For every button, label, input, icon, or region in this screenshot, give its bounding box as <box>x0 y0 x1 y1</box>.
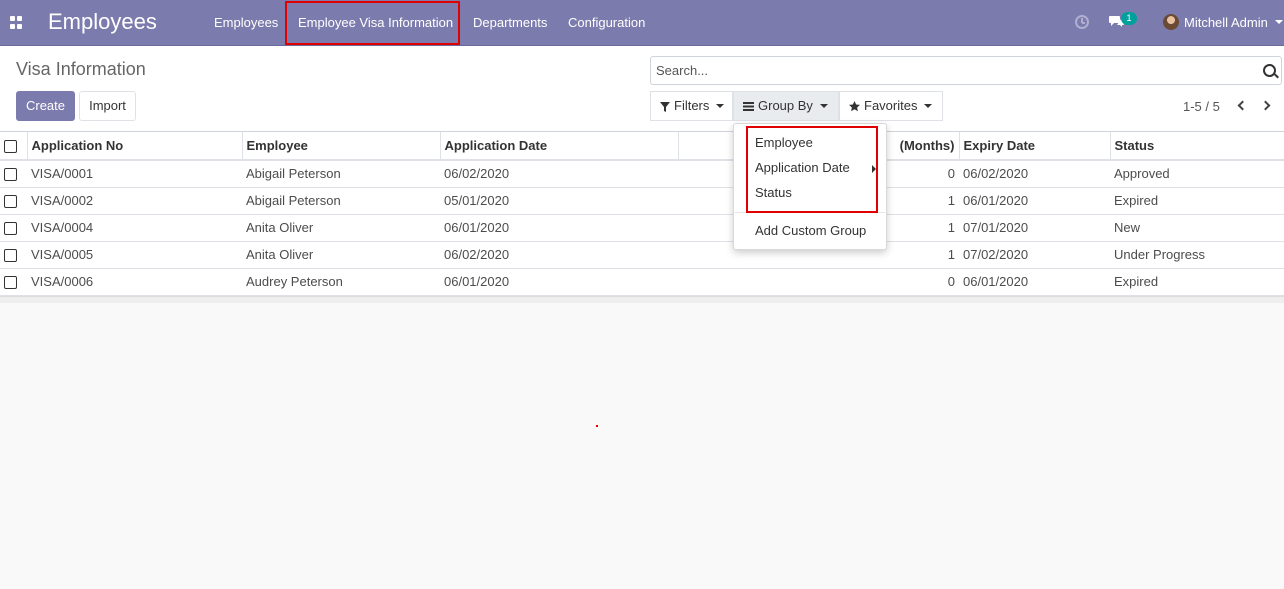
chevron-right-icon <box>1260 100 1271 111</box>
filters-caret-icon <box>716 104 725 108</box>
cell-application-date[interactable]: 05/01/2020 <box>440 187 678 215</box>
menu-departments[interactable]: Departments <box>473 15 547 30</box>
top-navbar: Employees Employees Employee Visa Inform… <box>0 0 1284 46</box>
table-header-row: Application No Employee Application Date… <box>0 132 1284 161</box>
table-row[interactable]: VISA/0006 Audrey Peterson 06/01/2020 0 0… <box>0 268 1284 296</box>
row-select-cell[interactable] <box>0 160 27 188</box>
search-input[interactable] <box>656 63 1246 78</box>
cell-application-date[interactable]: 06/01/2020 <box>440 214 678 242</box>
menu-configuration[interactable]: Configuration <box>568 15 645 30</box>
favorites-caret-icon <box>924 104 933 108</box>
row-checkbox[interactable] <box>4 168 17 182</box>
pager-previous-button[interactable] <box>1235 99 1249 113</box>
favorites-button[interactable]: Favorites <box>839 91 943 121</box>
pager-value[interactable]: 1-5 / 5 <box>1183 99 1220 114</box>
table-row[interactable]: VISA/0005 Anita Oliver 06/02/2020 1 07/0… <box>0 241 1284 269</box>
group-by-highlight-box <box>746 126 878 213</box>
group-by-label: Group By <box>758 98 813 113</box>
row-select-cell[interactable] <box>0 187 27 215</box>
table-row[interactable]: VISA/0001 Abigail Peterson 06/02/2020 0 … <box>0 160 1284 188</box>
user-avatar[interactable] <box>1163 14 1179 30</box>
cell-application-no[interactable]: VISA/0004 <box>27 214 242 242</box>
select-all-checkbox[interactable] <box>4 140 17 154</box>
cell-status[interactable]: New <box>1110 214 1284 242</box>
cell-employee[interactable]: Audrey Peterson <box>242 268 440 296</box>
cell-status[interactable]: Approved <box>1110 160 1284 188</box>
row-checkbox[interactable] <box>4 276 17 290</box>
user-menu[interactable]: Mitchell Admin <box>1184 15 1268 30</box>
cell-application-date[interactable]: 06/02/2020 <box>440 160 678 188</box>
create-button[interactable]: Create <box>16 91 75 121</box>
cell-employee[interactable]: Abigail Peterson <box>242 187 440 215</box>
user-menu-caret-icon[interactable] <box>1275 20 1283 24</box>
row-select-cell[interactable] <box>0 268 27 296</box>
filters-button[interactable]: Filters <box>650 91 733 121</box>
add-custom-group-option[interactable]: Add Custom Group <box>755 223 866 238</box>
cell-months[interactable]: 0 <box>678 268 959 296</box>
column-header-status[interactable]: Status <box>1109 132 1284 161</box>
group-by-bars-icon <box>743 102 754 112</box>
annotation-dot <box>596 425 598 427</box>
table-row[interactable]: VISA/0002 Abigail Peterson 05/01/2020 1 … <box>0 187 1284 215</box>
menu-highlight-box <box>285 1 460 45</box>
column-header-employee[interactable]: Employee <box>241 132 440 161</box>
row-checkbox[interactable] <box>4 195 17 209</box>
cell-status[interactable]: Under Progress <box>1110 241 1284 269</box>
cell-status[interactable]: Expired <box>1110 268 1284 296</box>
app-title[interactable]: Employees <box>48 9 157 35</box>
cell-application-no[interactable]: VISA/0006 <box>27 268 242 296</box>
visa-list-table: Application No Employee Application Date… <box>0 132 1284 296</box>
cell-expiry-date[interactable]: 06/02/2020 <box>959 160 1110 188</box>
cell-application-date[interactable]: 06/01/2020 <box>440 268 678 296</box>
star-icon <box>849 101 860 112</box>
cell-employee[interactable]: Abigail Peterson <box>242 160 440 188</box>
cell-expiry-date[interactable]: 07/01/2020 <box>959 214 1110 242</box>
column-header-expiry-date[interactable]: Expiry Date <box>958 132 1110 161</box>
cell-employee[interactable]: Anita Oliver <box>242 241 440 269</box>
chevron-left-icon <box>1237 100 1248 111</box>
row-checkbox[interactable] <box>4 222 17 236</box>
control-panel: Visa Information Create Import Filters G… <box>0 46 1284 132</box>
cell-application-no[interactable]: VISA/0001 <box>27 160 242 188</box>
menu-employees[interactable]: Employees <box>214 15 278 30</box>
table-footer <box>0 296 1284 303</box>
pager-next-button[interactable] <box>1260 99 1275 113</box>
filters-label: Filters <box>674 98 710 113</box>
activity-clock-icon[interactable] <box>1075 15 1089 29</box>
row-select-cell[interactable] <box>0 214 27 242</box>
apps-menu-icon[interactable] <box>10 16 23 29</box>
group-by-button[interactable]: Group By <box>733 91 839 121</box>
page-title: Visa Information <box>16 59 146 79</box>
cell-expiry-date[interactable]: 06/01/2020 <box>959 268 1110 296</box>
import-button[interactable]: Import <box>79 91 136 121</box>
cell-expiry-date[interactable]: 07/02/2020 <box>959 241 1110 269</box>
group-by-caret-icon <box>819 104 828 108</box>
table-row[interactable]: VISA/0004 Anita Oliver 06/01/2020 1 07/0… <box>0 214 1284 242</box>
cell-employee[interactable]: Anita Oliver <box>242 214 440 242</box>
chat-count-badge: 1 <box>1121 12 1137 25</box>
group-by-dropdown: Employee Application Date Status Add Cus… <box>733 123 887 250</box>
column-header-application-date[interactable]: Application Date <box>439 132 678 161</box>
search-box[interactable] <box>650 56 1282 85</box>
favorites-label: Favorites <box>864 98 918 113</box>
cell-status[interactable]: Expired <box>1110 187 1284 215</box>
column-header-application-no[interactable]: Application No <box>26 132 242 161</box>
search-icon[interactable] <box>1263 64 1276 77</box>
cell-application-date[interactable]: 06/02/2020 <box>440 241 678 269</box>
cell-application-no[interactable]: VISA/0005 <box>27 241 242 269</box>
row-select-cell[interactable] <box>0 241 27 269</box>
filter-funnel-icon <box>660 101 670 112</box>
cell-application-no[interactable]: VISA/0002 <box>27 187 242 215</box>
select-all-header[interactable] <box>0 132 27 161</box>
row-checkbox[interactable] <box>4 249 17 263</box>
cell-expiry-date[interactable]: 06/01/2020 <box>959 187 1110 215</box>
